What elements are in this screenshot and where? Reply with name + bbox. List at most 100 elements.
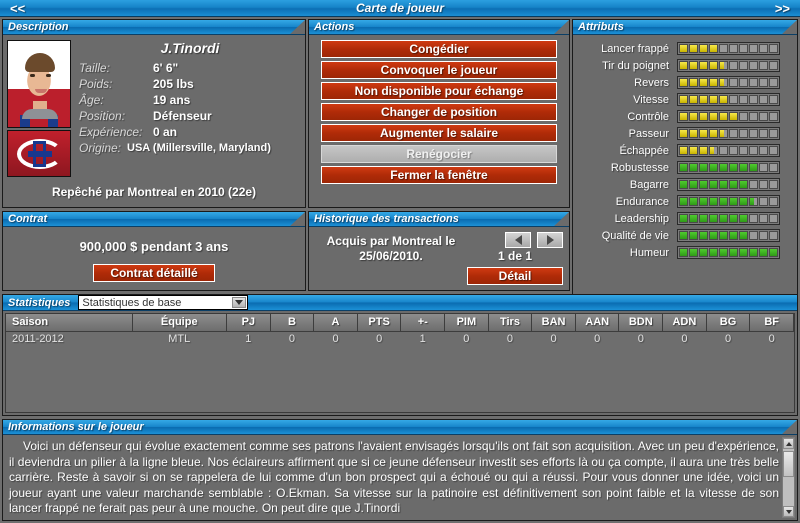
window-titlebar: << Carte de joueur >>: [0, 0, 800, 17]
attribute-row: Lancer frappé: [577, 41, 793, 56]
table-column-header[interactable]: ADN: [662, 314, 707, 332]
position-value: Défenseur: [153, 109, 212, 123]
attribute-row: Endurance: [577, 194, 793, 209]
convoquer-joueur-button[interactable]: Convoquer le joueur: [321, 61, 557, 79]
scroll-up-icon[interactable]: [783, 438, 794, 449]
fermer-fenetre-button[interactable]: Fermer la fenêtre: [321, 166, 557, 184]
table-column-header[interactable]: BDN: [618, 314, 664, 332]
left-arrow-icon[interactable]: [505, 232, 531, 248]
attribute-segment: [689, 214, 698, 223]
table-column-header[interactable]: BG: [706, 314, 751, 332]
congedier-button[interactable]: Congédier: [321, 40, 557, 58]
attribute-segment: [739, 248, 748, 257]
attribute-segment: [739, 95, 748, 104]
contrat-panel: Contrat 900,000 $ pendant 3 ans Contrat …: [2, 211, 306, 291]
attribute-segment: [749, 44, 758, 53]
attribute-segment: [709, 61, 718, 70]
attribute-segment: [759, 95, 768, 104]
attribute-segment: [769, 163, 778, 172]
attribute-segment: [679, 95, 688, 104]
attribute-segment: [709, 78, 718, 87]
table-column-header[interactable]: PIM: [444, 314, 489, 332]
attributs-header-label: Attributs: [578, 21, 624, 33]
attribute-segment: [729, 129, 738, 138]
scrollbar-thumb[interactable]: [783, 451, 794, 477]
table-column-header[interactable]: Équipe: [132, 314, 227, 332]
table-cell: 0: [357, 331, 401, 347]
logo-h-crossbar: [28, 151, 52, 157]
attribute-segment: [689, 78, 698, 87]
attribute-bar: [677, 246, 780, 259]
description-header-label: Description: [8, 21, 69, 33]
actions-header-label: Actions: [314, 21, 355, 33]
table-column-header[interactable]: Tirs: [488, 314, 533, 332]
attribute-segment: [749, 95, 758, 104]
attribute-segment: [699, 146, 708, 155]
attribute-segment: [749, 129, 758, 138]
attribute-segment: [719, 112, 728, 121]
taille-label: Taille:: [79, 61, 110, 75]
attribute-segment: [679, 44, 688, 53]
table-column-header[interactable]: PTS: [357, 314, 402, 332]
attribute-segment: [719, 95, 728, 104]
statistiques-type-select[interactable]: Statistiques de base: [78, 295, 249, 310]
table-column-header[interactable]: BAN: [531, 314, 576, 332]
contrat-detaille-button[interactable]: Contrat détaillé: [93, 264, 215, 282]
attribute-segment: [699, 197, 708, 206]
historique-navigation: 1 de 1 Détail: [467, 232, 563, 288]
table-cell: 0: [618, 331, 663, 347]
attribute-label: Lancer frappé: [601, 42, 669, 55]
table-cell: 0: [531, 331, 576, 347]
age-label: Âge:: [79, 93, 104, 107]
age-value: 19 ans: [153, 93, 191, 107]
jersey-collar: [22, 109, 58, 119]
table-cell: 0: [706, 331, 750, 347]
scroll-down-icon[interactable]: [783, 506, 794, 517]
informations-scrollbar[interactable]: [782, 437, 795, 518]
table-column-header[interactable]: AAN: [575, 314, 620, 332]
experience-value: 0 an: [153, 125, 178, 139]
attribute-segment: [709, 95, 718, 104]
attribute-label: Robustesse: [610, 161, 669, 174]
description-panel-header: Description: [3, 20, 305, 35]
table-column-header[interactable]: +-: [400, 314, 446, 332]
contrat-panel-header: Contrat: [3, 212, 305, 227]
detail-button[interactable]: Détail: [467, 267, 563, 285]
attribute-segment: [759, 163, 768, 172]
table-column-header[interactable]: B: [270, 314, 315, 332]
previous-player-button[interactable]: <<: [0, 0, 35, 17]
attribute-segment: [679, 231, 688, 240]
attribute-segment: [739, 112, 748, 121]
poids-value: 205 lbs: [153, 77, 194, 91]
attribute-segment: [729, 112, 738, 121]
attribute-row: Vitesse: [577, 92, 793, 107]
attribute-segment: [759, 129, 768, 138]
chevron-down-icon[interactable]: [232, 297, 247, 308]
attribute-segment: [719, 214, 728, 223]
attribute-segment: [719, 129, 728, 138]
augmenter-salaire-button[interactable]: Augmenter le salaire: [321, 124, 557, 142]
attribute-segment: [679, 78, 688, 87]
right-arrow-icon[interactable]: [537, 232, 563, 248]
attributs-list: Lancer frappé Tir du poignet Revers Vitesse…: [573, 35, 797, 260]
historique-arrows: [467, 232, 563, 248]
player-attribute-row: Âge: 19 ans: [79, 93, 301, 107]
table-column-header[interactable]: A: [313, 314, 358, 332]
scouting-report-text: Voici un défenseur qui évolue exactement…: [9, 439, 779, 515]
table-column-header[interactable]: BF: [749, 314, 794, 332]
non-disponible-echange-button[interactable]: Non disponible pour échange: [321, 82, 557, 100]
attribute-segment: [749, 231, 758, 240]
table-column-header[interactable]: Saison: [6, 314, 133, 332]
attribute-segment: [699, 61, 708, 70]
draft-info: Repêché par Montreal en 2010 (22e): [51, 185, 257, 199]
table-row[interactable]: 2011-2012 MTL 1 0 0 0 1 0 0 0 0 0 0 0 0: [6, 331, 794, 347]
attribute-row: Tir du poignet: [577, 58, 793, 73]
attribute-segment: [709, 44, 718, 53]
table-column-header[interactable]: PJ: [226, 314, 271, 332]
attribute-segment: [749, 197, 758, 206]
attribute-segment: [689, 61, 698, 70]
player-attribute-row: Taille: 6' 6": [79, 61, 301, 75]
attribute-segment: [759, 78, 768, 87]
next-player-button[interactable]: >>: [765, 0, 800, 17]
changer-position-button[interactable]: Changer de position: [321, 103, 557, 121]
